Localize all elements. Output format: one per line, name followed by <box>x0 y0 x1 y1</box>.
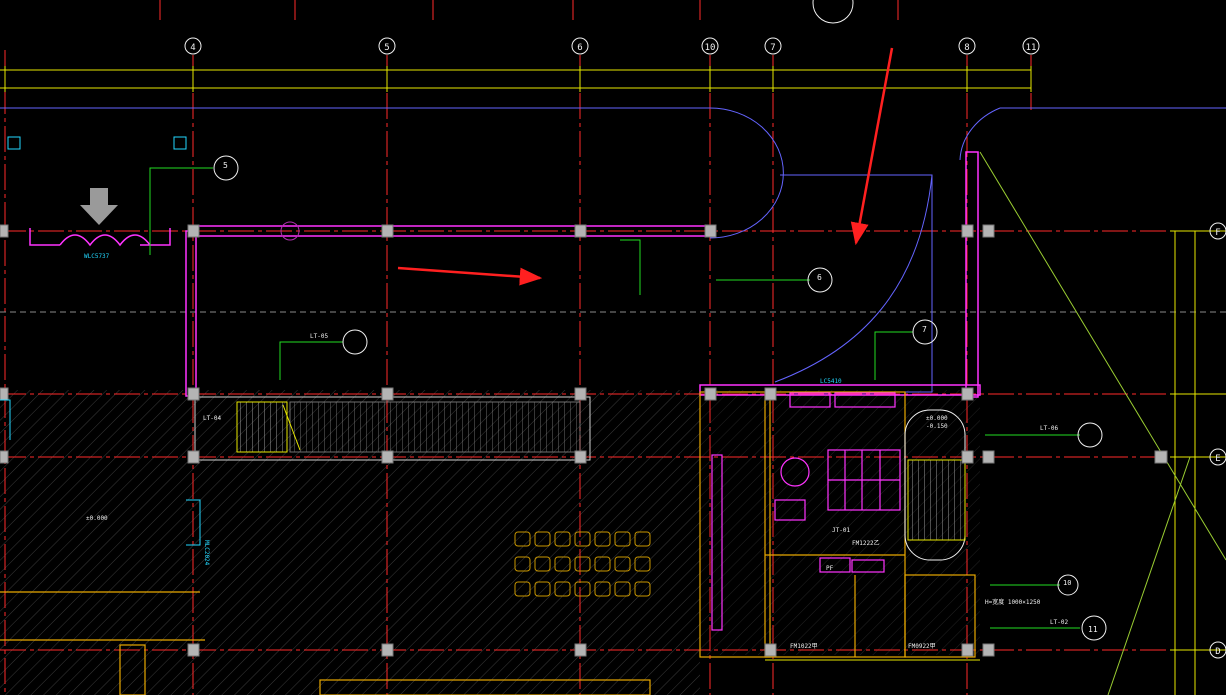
top-ticks <box>159 0 899 20</box>
label-fm-b: FM0922甲 <box>908 643 936 650</box>
annotation-arrow-1 <box>397 266 543 286</box>
axis-label-top: 11 <box>1026 43 1037 53</box>
entry-arrow <box>80 188 118 225</box>
label-lt06: LT-06 <box>1040 425 1058 432</box>
axis-label-top: 5 <box>384 43 389 53</box>
axis-label-top: 6 <box>577 43 582 53</box>
axis-label-top: 10 <box>705 43 716 53</box>
axis-label-right: D <box>1215 647 1220 657</box>
label-mlc: MLC2024 <box>203 540 210 566</box>
label-lt05: LT-05 <box>310 333 328 340</box>
label-fm-c: FM1222乙 <box>852 540 880 547</box>
label-zd: JT-01 <box>832 527 850 534</box>
label-pf: PF <box>826 565 834 572</box>
label-lt02: LT-02 <box>1050 619 1068 626</box>
label-fm-a: FM1022甲 <box>790 643 818 650</box>
bubble-10: 10 <box>1063 579 1071 587</box>
green-diagonals <box>979 151 1226 695</box>
label-wlc: WLC5737 <box>84 253 110 260</box>
axis-label-top: 7 <box>770 43 775 53</box>
label-elev-a: ±0.000 <box>86 515 108 522</box>
axis-label-top: 4 <box>190 43 195 53</box>
right-axis-bubbles: F E D <box>1209 222 1226 659</box>
label-elev-b: ±0.000 <box>926 415 948 422</box>
label-lt04: LT-04 <box>203 415 221 422</box>
label-elev-c: -0.150 <box>926 423 948 430</box>
bubble-6: 6 <box>817 273 822 282</box>
top-axis-bubbles: 4 5 6 10 7 8 11 <box>184 37 1040 55</box>
axis-label-right: F <box>1215 228 1220 238</box>
annotation-arrow-2 <box>850 47 894 246</box>
label-ls: LC5410 <box>820 378 842 385</box>
cad-drawing: 4 5 6 10 7 8 11 FED WLC5737 LT-04 LT-05 LT-06 … <box>0 0 1226 695</box>
axis-label-top: 8 <box>964 43 969 53</box>
bubble-5: 5 <box>223 161 228 170</box>
road-outline <box>0 107 1226 393</box>
axis-label-right: E <box>1215 454 1220 464</box>
bubble-7: 7 <box>922 325 927 334</box>
label-size: H=宽度 1000×1250 <box>985 598 1041 606</box>
bubble-11: 11 <box>1088 625 1098 634</box>
